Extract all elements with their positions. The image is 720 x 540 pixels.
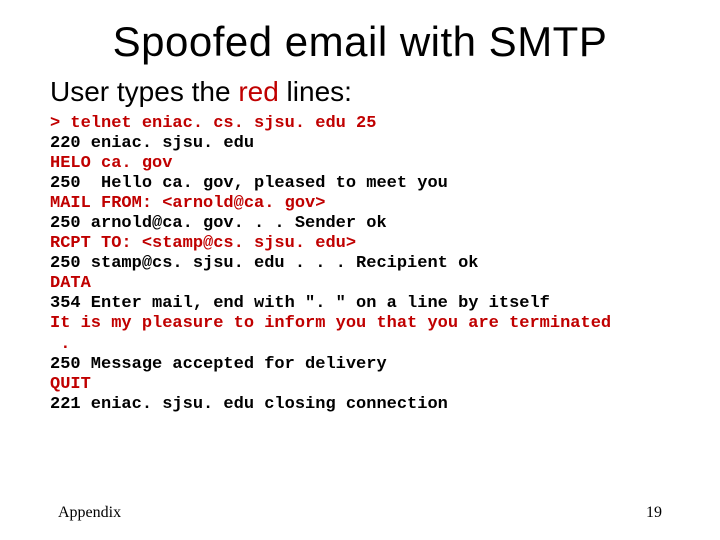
transcript-line: DATA [50,274,670,294]
footer-left: Appendix [58,504,121,522]
transcript-line: 354 Enter mail, end with ". " on a line … [50,294,670,314]
transcript-line: 250 Hello ca. gov, pleased to meet you [50,174,670,194]
transcript-line: RCPT TO: <stamp@cs. sjsu. edu> [50,234,670,254]
transcript-line: 250 arnold@ca. gov. . . Sender ok [50,214,670,234]
slide-subtitle: User types the red lines: [50,76,670,108]
footer-page-number: 19 [646,504,662,522]
transcript-line: > telnet eniac. cs. sjsu. edu 25 [50,114,670,134]
smtp-transcript: > telnet eniac. cs. sjsu. edu 25220 enia… [50,114,670,415]
transcript-line: MAIL FROM: <arnold@ca. gov> [50,194,670,214]
subtitle-red: red [238,76,278,107]
slide-footer: Appendix 19 [58,504,662,522]
transcript-line: QUIT [50,375,670,395]
slide: Spoofed email with SMTP User types the r… [0,0,720,540]
transcript-line: HELO ca. gov [50,154,670,174]
transcript-line: 250 stamp@cs. sjsu. edu . . . Recipient … [50,254,670,274]
transcript-line: 220 eniac. sjsu. edu [50,134,670,154]
subtitle-prefix: User types the [50,76,238,107]
transcript-line: 221 eniac. sjsu. edu closing connection [50,395,670,415]
slide-title: Spoofed email with SMTP [50,18,670,66]
subtitle-suffix: lines: [279,76,352,107]
transcript-line: . [50,335,670,355]
transcript-line: 250 Message accepted for delivery [50,355,670,375]
transcript-line: It is my pleasure to inform you that you… [50,314,670,334]
